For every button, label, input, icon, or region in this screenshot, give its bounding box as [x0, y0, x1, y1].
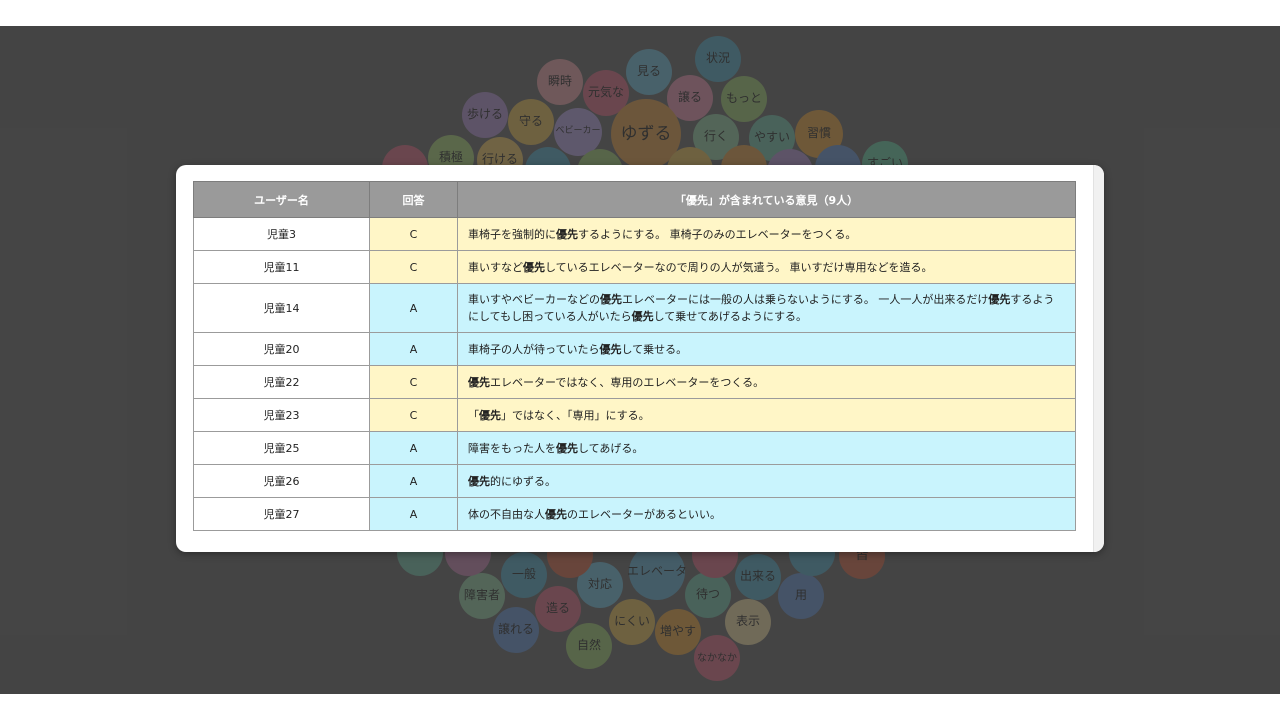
cell-opinion: 優先的にゆずる。	[457, 464, 1076, 498]
cell-answer: A	[369, 464, 458, 498]
table-row: 児童27 A 体の不自由な人優先のエレベーターがあるといい。	[193, 497, 1076, 531]
cell-user: 児童27	[193, 497, 370, 531]
keyword-highlight: 優先	[523, 260, 545, 274]
table-row: 児童25 A 障害をもった人を優先してあげる。	[193, 431, 1076, 465]
cell-answer: A	[369, 332, 458, 366]
cell-opinion: 車椅子を強制的に優先するようにする。 車椅子のみのエレベーターをつくる。	[457, 217, 1076, 251]
keyword-highlight: 優先	[599, 342, 622, 356]
cell-answer: C	[369, 217, 458, 251]
keyword-highlight: 優先	[545, 507, 567, 521]
keyword-highlight: 優先	[600, 293, 622, 306]
keyword-highlight: 優先	[988, 293, 1011, 306]
cell-opinion: 障害をもった人を優先してあげる。	[457, 431, 1076, 465]
table-row: 児童26 A 優先的にゆずる。	[193, 464, 1076, 498]
column-header-user: ユーザー名	[193, 181, 370, 218]
cell-answer: C	[369, 398, 458, 432]
cell-opinion: 「優先」ではなく、「専用」にする。	[457, 398, 1076, 432]
cell-user: 児童26	[193, 464, 370, 498]
table-header-row: ユーザー名 回答 「優先」が含まれている意見（9人）	[193, 181, 1076, 218]
table-row: 児童11 C 車いすなど優先しているエレベーターなので周りの人が気遣う。 車いすだけ…	[193, 250, 1076, 284]
table-row: 児童22 C 優先エレベーターではなく、専用のエレベーターをつくる。	[193, 365, 1076, 399]
column-header-answer: 回答	[369, 181, 458, 218]
cell-answer: A	[369, 283, 458, 333]
cell-answer: A	[369, 431, 458, 465]
cell-opinion: 体の不自由な人優先のエレベーターがあるといい。	[457, 497, 1076, 531]
cell-opinion: 車いすなど優先しているエレベーターなので周りの人が気遣う。 車いすだけ専用などを…	[457, 250, 1076, 284]
keyword-highlight: 優先	[556, 227, 578, 241]
opinion-table-body: 児童3 C 車椅子を強制的に優先するようにする。 車椅子のみのエレベーターをつくる。…	[193, 217, 1076, 531]
opinion-modal: ユーザー名 回答 「優先」が含まれている意見（9人） 児童3 C 車椅子を強制的に優…	[176, 165, 1104, 552]
opinion-table: ユーザー名 回答 「優先」が含まれている意見（9人） 児童3 C 車椅子を強制的に優…	[193, 181, 1076, 531]
column-header-opinion: 「優先」が含まれている意見（9人）	[457, 181, 1076, 218]
cell-opinion: 優先エレベーターではなく、専用のエレベーターをつくる。	[457, 365, 1076, 399]
cell-answer: A	[369, 497, 458, 531]
cell-opinion: 車いすやベビーカーなどの優先エレベーターには一般の人は乗らないようにする。 一人…	[457, 283, 1076, 333]
keyword-highlight: 優先	[479, 408, 501, 422]
table-row: 児童20 A 車椅子の人が待っていたら優先して乗せる。	[193, 332, 1076, 366]
cell-user: 児童25	[193, 431, 370, 465]
keyword-highlight: 優先	[556, 441, 578, 455]
cell-answer: C	[369, 250, 458, 284]
cell-user: 児童3	[193, 217, 370, 251]
keyword-highlight: 優先	[468, 474, 490, 488]
cell-answer: C	[369, 365, 458, 399]
keyword-highlight: 優先	[631, 310, 654, 323]
cell-user: 児童11	[193, 250, 370, 284]
cell-user: 児童14	[193, 283, 370, 333]
table-row: 児童23 C 「優先」ではなく、「専用」にする。	[193, 398, 1076, 432]
keyword-highlight: 優先	[468, 375, 490, 389]
cell-user: 児童22	[193, 365, 370, 399]
table-row: 児童14 A 車いすやベビーカーなどの優先エレベーターには一般の人は乗らないようにす…	[193, 283, 1076, 333]
cell-user: 児童23	[193, 398, 370, 432]
table-row: 児童3 C 車椅子を強制的に優先するようにする。 車椅子のみのエレベーターをつくる。	[193, 217, 1076, 251]
cell-user: 児童20	[193, 332, 370, 366]
modal-scrollbar[interactable]	[1093, 165, 1104, 552]
cell-opinion: 車椅子の人が待っていたら優先して乗せる。	[457, 332, 1076, 366]
